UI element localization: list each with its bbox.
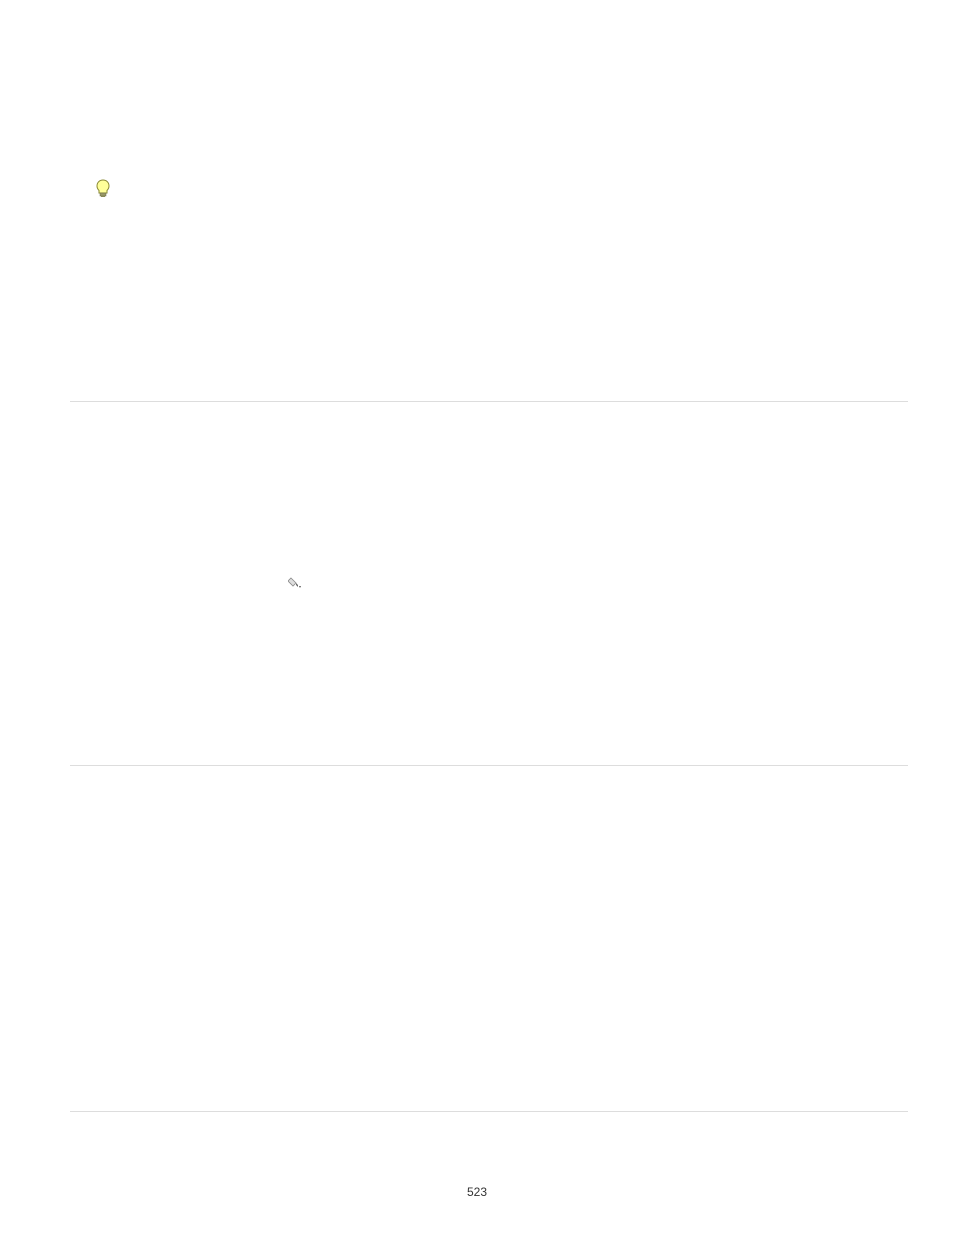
section-divider bbox=[70, 401, 908, 402]
paint-bucket-icon bbox=[288, 575, 302, 589]
document-page: 523 bbox=[0, 0, 954, 1235]
page-number: 523 bbox=[467, 1185, 487, 1199]
section-divider bbox=[70, 765, 908, 766]
section-divider bbox=[70, 1111, 908, 1112]
lightbulb-icon bbox=[96, 179, 110, 199]
